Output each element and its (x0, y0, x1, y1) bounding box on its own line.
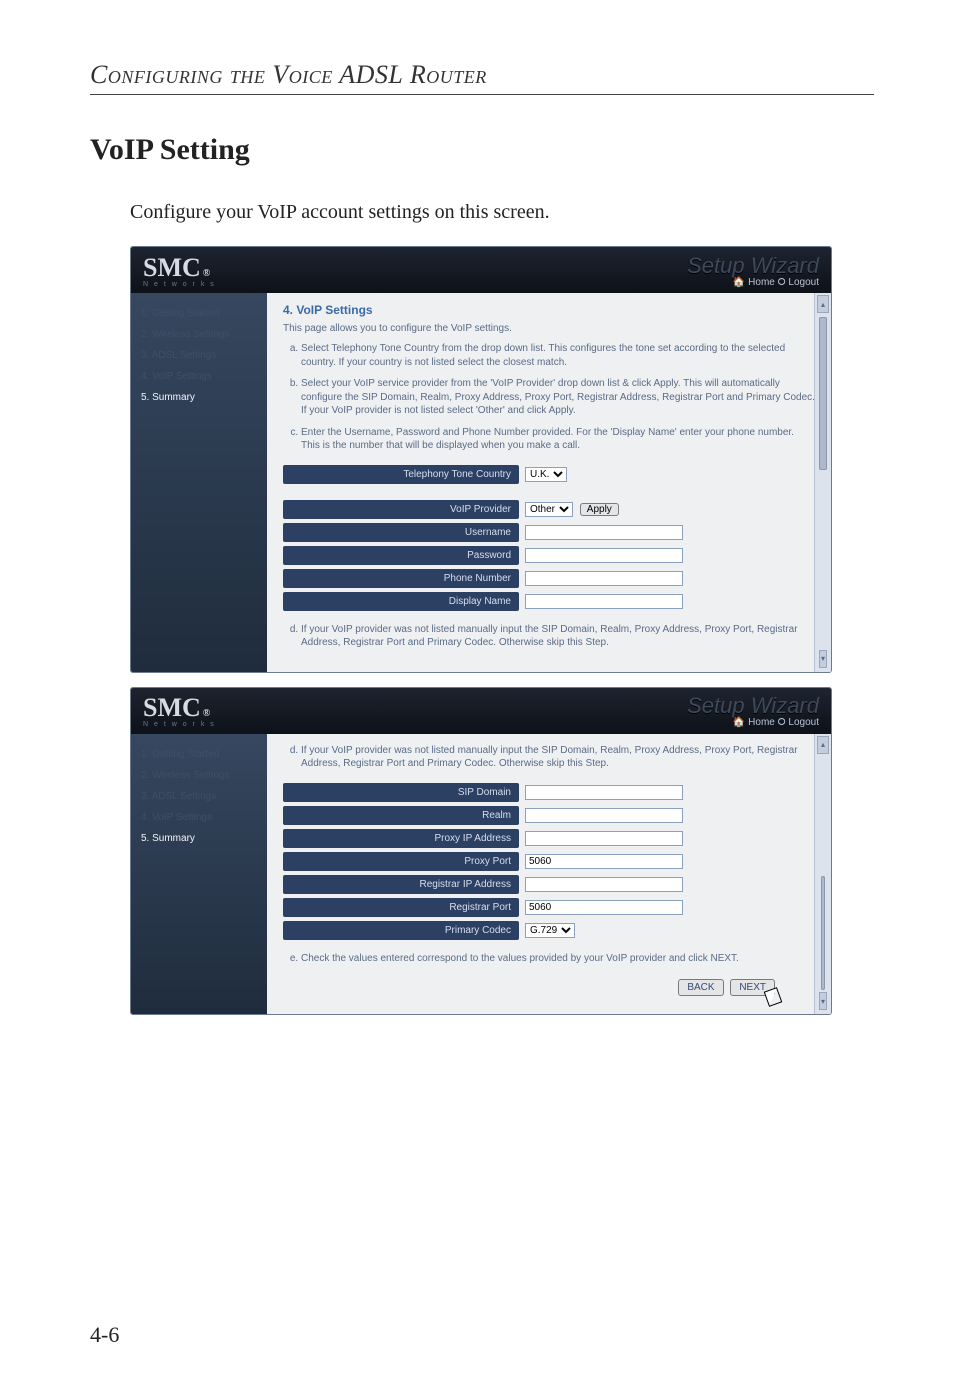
nav-item-summary[interactable]: 5. Summary (131, 387, 267, 408)
proxy-ip-label: Proxy IP Address (283, 829, 519, 848)
step-e: Check the values entered correspond to t… (301, 952, 815, 966)
content-heading: 4. VoIP Settings (283, 303, 815, 317)
nav-item-adsl[interactable]: 3. ADSL Settings (131, 786, 267, 807)
nav-item-wireless[interactable]: 2. Wireless Settings (131, 324, 267, 345)
voip-fields-table: VoIP Provider Other Apply Username (283, 496, 815, 615)
steps-list-cont: Check the values entered correspond to t… (283, 952, 815, 966)
registrar-port-input[interactable] (525, 900, 683, 915)
next-button[interactable]: NEXT (730, 979, 775, 996)
nav-item-wireless[interactable]: 2. Wireless Settings (131, 765, 267, 786)
provider-label: VoIP Provider (283, 500, 519, 519)
sip-domain-input[interactable] (525, 785, 683, 800)
screenshot-voip-bottom: SMC® N e t w o r k s Setup Wizard 🏠 Home… (130, 687, 832, 1016)
nav-item-getting-started[interactable]: 1. Getting Started (131, 744, 267, 765)
brand-block: SMC® N e t w o r k s (143, 693, 216, 728)
step-a: Select Telephony Tone Country from the d… (301, 342, 815, 369)
tone-country-select[interactable]: U.K. (525, 467, 567, 482)
nav-item-summary[interactable]: 5. Summary (131, 828, 267, 849)
app-header: SMC® N e t w o r k s Setup Wizard 🏠 Home… (131, 247, 831, 293)
home-icon: 🏠 (733, 717, 745, 728)
brand-name: SMC (143, 693, 201, 723)
intro-paragraph: Configure your VoIP account settings on … (130, 201, 874, 224)
brand-logo: SMC® (143, 253, 216, 283)
step-d: If your VoIP provider was not listed man… (301, 623, 815, 650)
brand-block: SMC® N e t w o r k s (143, 253, 216, 288)
chapter-title: Configuring the Voice ADSL Router (90, 60, 874, 90)
apply-button[interactable]: Apply (580, 503, 619, 516)
nav-item-getting-started[interactable]: 1. Getting Started (131, 303, 267, 324)
registrar-ip-input[interactable] (525, 877, 683, 892)
page-number: 4-6 (90, 1322, 119, 1348)
brand-subtext: N e t w o r k s (143, 721, 216, 728)
logout-link[interactable]: Logout (788, 717, 819, 728)
username-input[interactable] (525, 525, 683, 540)
brand-subtext: N e t w o r k s (143, 281, 216, 288)
brand-logo: SMC® (143, 693, 216, 723)
back-button[interactable]: BACK (678, 979, 723, 996)
nav-item-adsl[interactable]: 3. ADSL Settings (131, 345, 267, 366)
setup-wizard-title: Setup Wizard (687, 693, 819, 719)
display-name-label: Display Name (283, 592, 519, 611)
tone-country-table: Telephony Tone Country U.K. (283, 461, 815, 488)
realm-input[interactable] (525, 808, 683, 823)
body-row: 1. Getting Started 2. Wireless Settings … (131, 734, 831, 1015)
scroll-down-icon[interactable]: ▾ (819, 650, 827, 668)
steps-list: Select Telephony Tone Country from the d… (283, 342, 815, 453)
primary-codec-label: Primary Codec (283, 921, 519, 940)
home-link[interactable]: Home (748, 277, 775, 288)
app-header: SMC® N e t w o r k s Setup Wizard 🏠 Home… (131, 688, 831, 734)
scrollbar[interactable]: ▴ ▾ (814, 293, 831, 672)
realm-label: Realm (283, 806, 519, 825)
header-right: Setup Wizard 🏠 Home ⭘ Logout (687, 253, 819, 288)
logout-icon: ⭘ (778, 277, 786, 288)
logout-icon: ⭘ (778, 717, 786, 728)
wizard-buttons: BACK NEXT (283, 973, 815, 1000)
scroll-down-icon[interactable]: ▾ (819, 992, 827, 1010)
logout-link[interactable]: Logout (788, 277, 819, 288)
scrollbar[interactable]: ▴ ▾ (814, 734, 831, 1015)
tone-country-label: Telephony Tone Country (283, 465, 519, 484)
body-row: 1. Getting Started 2. Wireless Settings … (131, 293, 831, 672)
registrar-ip-label: Registrar IP Address (283, 875, 519, 894)
advanced-fields-table: SIP Domain Realm Proxy IP Address P (283, 779, 815, 944)
display-name-input[interactable] (525, 594, 683, 609)
screenshot-voip-top: SMC® N e t w o r k s Setup Wizard 🏠 Home… (130, 246, 832, 673)
registrar-port-label: Registrar Port (283, 898, 519, 917)
password-label: Password (283, 546, 519, 565)
content-pane: If your VoIP provider was not listed man… (267, 734, 831, 1015)
nav-item-voip[interactable]: 4. VoIP Settings (131, 807, 267, 828)
divider (90, 94, 874, 95)
wizard-nav: 1. Getting Started 2. Wireless Settings … (131, 734, 267, 1015)
home-link[interactable]: Home (748, 717, 775, 728)
password-input[interactable] (525, 548, 683, 563)
phone-label: Phone Number (283, 569, 519, 588)
content-pane: 4. VoIP Settings This page allows you to… (267, 293, 831, 672)
content-intro: This page allows you to configure the Vo… (283, 323, 815, 334)
scroll-thumb[interactable] (819, 317, 827, 470)
proxy-port-input[interactable] (525, 854, 683, 869)
scroll-up-icon[interactable]: ▴ (817, 736, 829, 754)
brand-name: SMC (143, 253, 201, 283)
step-d: If your VoIP provider was not listed man… (301, 744, 815, 771)
proxy-ip-input[interactable] (525, 831, 683, 846)
phone-input[interactable] (525, 571, 683, 586)
scroll-thumb[interactable] (821, 876, 825, 990)
nav-item-voip[interactable]: 4. VoIP Settings (131, 366, 267, 387)
username-label: Username (283, 523, 519, 542)
primary-codec-select[interactable]: G.729 (525, 923, 575, 938)
provider-select[interactable]: Other (525, 502, 573, 517)
setup-wizard-title: Setup Wizard (687, 253, 819, 279)
header-right: Setup Wizard 🏠 Home ⭘ Logout (687, 693, 819, 728)
home-icon: 🏠 (733, 277, 745, 288)
proxy-port-label: Proxy Port (283, 852, 519, 871)
scroll-up-icon[interactable]: ▴ (817, 295, 829, 313)
wizard-nav: 1. Getting Started 2. Wireless Settings … (131, 293, 267, 672)
step-b: Select your VoIP service provider from t… (301, 377, 815, 418)
steps-list: If your VoIP provider was not listed man… (283, 744, 815, 771)
steps-list-cont: If your VoIP provider was not listed man… (283, 623, 815, 650)
section-title: VoIP Setting (90, 133, 874, 167)
step-c: Enter the Username, Password and Phone N… (301, 426, 815, 453)
sip-domain-label: SIP Domain (283, 783, 519, 802)
